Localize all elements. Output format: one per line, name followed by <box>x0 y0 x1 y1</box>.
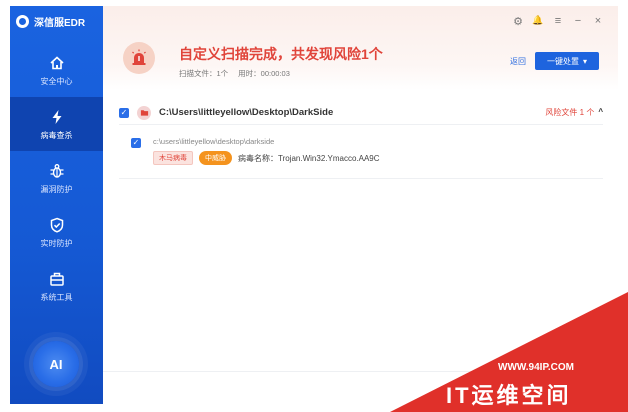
back-link[interactable]: 返回 <box>510 56 526 67</box>
home-icon <box>48 54 66 72</box>
threat-type-badge: 木马病毒 <box>153 151 193 165</box>
sidebar-item-realtime-protection[interactable]: 实时防护 <box>10 205 103 259</box>
sidebar-item-label: 系统工具 <box>40 292 73 302</box>
result-banner: ⚙ 🔔 ≡ − × 自定义扫描完成，共发现风险1个 扫描文件：1个 用时：00:… <box>103 6 618 90</box>
virus-name: 病毒名称：Trojan.Win32.Ymacco.AA9C <box>238 153 380 163</box>
scan-elapsed-time: 用时：00:00:03 <box>238 69 290 78</box>
threat-level-badge: 中威胁 <box>199 151 232 165</box>
item-tags: 木马病毒 中威胁 病毒名称：Trojan.Win32.Ymacco.AA9C <box>153 151 380 165</box>
settings-icon[interactable]: ⚙ <box>512 15 524 28</box>
bug-icon <box>48 162 66 180</box>
alarm-icon <box>123 42 155 74</box>
sidebar-item-label: 实时防护 <box>40 238 73 248</box>
item-checkbox[interactable]: ✓ <box>131 138 141 148</box>
chevron-down-icon: ▾ <box>582 56 587 66</box>
risk-file-count-label: 风险文件 1 个 <box>545 108 595 117</box>
brand-name: 深信服EDR <box>34 17 86 29</box>
sidebar-item-vulnerability-protection[interactable]: 漏洞防护 <box>10 151 103 205</box>
sidebar-item-virus-scan[interactable]: 病毒查杀 <box>10 97 103 151</box>
folder-icon <box>137 105 151 120</box>
sidebar-item-label: 安全中心 <box>40 76 73 86</box>
watermark-url: WWW.94IP.COM <box>498 362 574 373</box>
sidebar-item-label: 病毒查杀 <box>40 130 73 140</box>
item-path: c:\users\littleyellow\desktop\darkside <box>153 137 275 146</box>
notification-bell-icon[interactable]: 🔔 <box>532 15 544 28</box>
risk-file-count[interactable]: 风险文件 1 个 ^ <box>545 107 603 118</box>
one-click-handle-button[interactable]: 一键处置 ▾ <box>535 52 599 70</box>
edr-window: 深信服EDR 安全中心 病毒查杀 漏洞防护 实时防护 系统工具 AI ⚙ 🔔 ≡… <box>0 0 628 412</box>
watermark-text: IT运维空间 <box>446 383 572 408</box>
sidebar-item-label: 漏洞防护 <box>40 184 73 194</box>
one-click-handle-label: 一键处置 <box>546 56 579 66</box>
ai-assistant-button[interactable]: AI <box>33 341 79 387</box>
scan-files-count: 扫描文件：1个 <box>179 69 229 78</box>
main-panel: ⚙ 🔔 ≡ − × 自定义扫描完成，共发现风险1个 扫描文件：1个 用时：00:… <box>103 6 618 404</box>
brand: 深信服EDR <box>10 6 103 36</box>
sidebar-nav: 安全中心 病毒查杀 漏洞防护 实时防护 系统工具 <box>10 43 103 313</box>
minimize-icon[interactable]: − <box>572 15 584 28</box>
toolbox-icon <box>48 270 66 288</box>
sidebar: 深信服EDR 安全中心 病毒查杀 漏洞防护 实时防护 系统工具 AI <box>10 6 103 404</box>
lightning-icon <box>48 108 66 126</box>
brand-logo-icon <box>16 14 29 28</box>
window-controls: ⚙ 🔔 ≡ − × <box>512 15 604 28</box>
group-checkbox[interactable]: ✓ <box>119 107 129 118</box>
page-title: 自定义扫描完成，共发现风险1个 <box>179 46 383 62</box>
sidebar-item-system-tools[interactable]: 系统工具 <box>10 259 103 313</box>
ai-label: AI <box>49 356 63 372</box>
result-group-header[interactable]: ✓ C:\Users\littleyellow\Desktop\DarkSide… <box>119 101 603 125</box>
scan-summary: 扫描文件：1个 用时：00:00:03 <box>179 68 290 79</box>
menu-icon[interactable]: ≡ <box>552 15 564 28</box>
chevron-up-icon: ^ <box>598 107 603 116</box>
close-icon[interactable]: × <box>592 15 604 28</box>
list-item[interactable]: ✓ c:\users\littleyellow\desktop\darkside… <box>119 135 603 179</box>
sidebar-item-security-center[interactable]: 安全中心 <box>10 43 103 97</box>
shield-check-icon <box>48 216 66 234</box>
group-path: C:\Users\littleyellow\Desktop\DarkSide <box>159 107 334 118</box>
